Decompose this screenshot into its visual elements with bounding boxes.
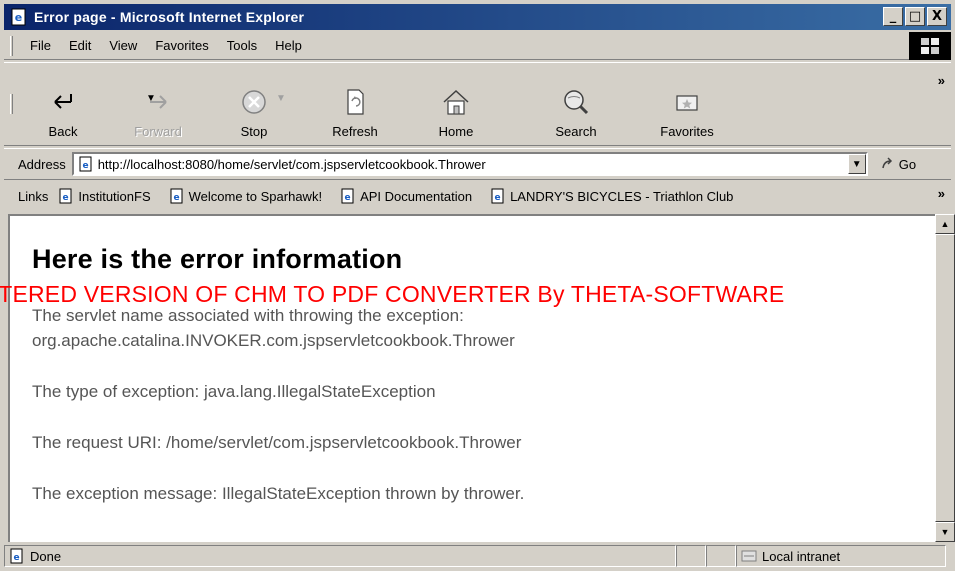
scroll-up-button[interactable]: ▲ — [935, 214, 955, 234]
menu-help[interactable]: Help — [266, 38, 311, 53]
svg-text:e: e — [63, 193, 69, 203]
menu-tools[interactable]: Tools — [218, 38, 266, 53]
svg-text:e: e — [15, 11, 22, 24]
svg-text:e: e — [173, 193, 179, 203]
minimize-button[interactable]: _ — [883, 7, 903, 26]
exception-message-text: The exception message: IllegalStateExcep… — [32, 484, 525, 503]
toolbar-overflow-chevron[interactable]: » — [938, 73, 945, 88]
exception-type-text: The type of exception: java.lang.Illegal… — [32, 382, 436, 401]
refresh-icon — [347, 89, 364, 115]
links-label: Links — [18, 188, 49, 204]
url-text[interactable]: http://localhost:8080/home/servlet/com.j… — [98, 157, 848, 172]
menu-grip[interactable] — [10, 35, 13, 56]
toolbar-grip[interactable] — [10, 94, 13, 114]
svg-text:e: e — [495, 193, 501, 203]
back-button[interactable]: Back — [33, 69, 93, 139]
servlet-name-label: The servlet name associated with throwin… — [32, 306, 464, 325]
go-arrow-icon — [881, 157, 892, 169]
menu-favorites[interactable]: Favorites — [146, 38, 217, 53]
menu-bar: File Edit View Favorites Tools Help — [4, 32, 951, 60]
vertical-scrollbar[interactable]: ▲ ▼ — [935, 214, 955, 542]
menu-view[interactable]: View — [100, 38, 146, 53]
scroll-thumb[interactable] — [935, 234, 955, 522]
go-button[interactable]: Go — [880, 156, 916, 172]
browser-window: e Error page - Microsoft Internet Explor… — [0, 0, 955, 571]
address-label: Address — [18, 156, 66, 172]
windows-logo-throbber — [909, 32, 951, 60]
favorites-folder-icon — [676, 95, 698, 111]
page-heading: Here is the error information — [32, 244, 403, 274]
refresh-button[interactable]: Refresh — [315, 69, 395, 139]
status-main-pane: e Done — [4, 545, 676, 567]
address-dropdown-button[interactable]: ▼ — [847, 154, 866, 174]
page-icon: e — [59, 188, 72, 204]
status-text: Done — [30, 548, 62, 564]
page-icon: e — [79, 156, 92, 172]
stop-icon — [242, 90, 266, 114]
link-sparhawk[interactable]: e Welcome to Sparhawk! — [169, 188, 322, 204]
standard-toolbar: Back ▼ Forward ▼ Stop Refresh Home Searc… — [4, 62, 951, 146]
svg-text:e: e — [345, 193, 351, 203]
forward-button[interactable]: Forward — [123, 69, 193, 139]
scroll-down-button[interactable]: ▼ — [935, 522, 955, 542]
page-icon: e — [341, 188, 354, 204]
link-landrys-bicycles[interactable]: e LANDRY'S BICYCLES - Triathlon Club — [490, 188, 733, 204]
address-bar: Address e http://localhost:8080/home/ser… — [4, 148, 951, 180]
home-button[interactable]: Home — [421, 69, 491, 139]
page-icon: e — [491, 188, 504, 204]
links-overflow-chevron[interactable]: » — [938, 186, 945, 201]
forward-arrow-icon — [150, 95, 167, 109]
title-bar[interactable]: e Error page - Microsoft Internet Explor… — [4, 4, 951, 30]
link-institutionfs[interactable]: e InstitutionFS — [58, 188, 151, 204]
link-api-documentation[interactable]: e API Documentation — [340, 188, 472, 204]
request-uri-text: The request URI: /home/servlet/com.jspse… — [32, 433, 522, 452]
menu-edit[interactable]: Edit — [60, 38, 100, 53]
status-pane-empty-2 — [706, 545, 736, 567]
watermark-banner: UNREGISTERED VERSION OF CHM TO PDF CONVE… — [0, 281, 785, 307]
status-zone-pane: Local intranet — [736, 545, 946, 567]
close-button[interactable]: X — [927, 7, 947, 26]
status-bar: e Done Local intranet — [4, 544, 951, 568]
go-label: Go — [898, 156, 917, 172]
favorites-button[interactable]: Favorites — [647, 69, 727, 139]
page-icon: e — [170, 188, 183, 204]
windows-logo-icon — [921, 38, 939, 54]
window-title: Error page - Microsoft Internet Explorer — [34, 9, 305, 25]
address-field[interactable]: e http://localhost:8080/home/servlet/com… — [71, 152, 868, 176]
maximize-button[interactable]: □ — [905, 7, 925, 26]
menu-file[interactable]: File — [21, 38, 60, 53]
servlet-name-value: org.apache.catalina.INVOKER.com.jspservl… — [32, 331, 515, 350]
ie-page-icon: e — [11, 8, 26, 26]
servlet-name-text: The servlet name associated with throwin… — [32, 303, 922, 353]
stop-button[interactable]: Stop — [219, 69, 289, 139]
links-bar: Links e InstitutionFS e Welcome to Sparh… — [4, 182, 951, 210]
svg-text:e: e — [13, 553, 19, 563]
svg-text:e: e — [82, 161, 88, 171]
zone-text: Local intranet — [762, 548, 841, 564]
intranet-zone-icon — [741, 550, 757, 562]
status-pane-empty-1 — [676, 545, 706, 567]
search-button[interactable]: Search — [541, 69, 611, 139]
search-globe-icon — [564, 90, 589, 115]
home-icon — [443, 89, 469, 115]
page-done-icon: e — [10, 548, 23, 564]
back-arrow-icon — [54, 94, 72, 109]
page-content-frame: Here is the error information The servle… — [8, 214, 955, 542]
